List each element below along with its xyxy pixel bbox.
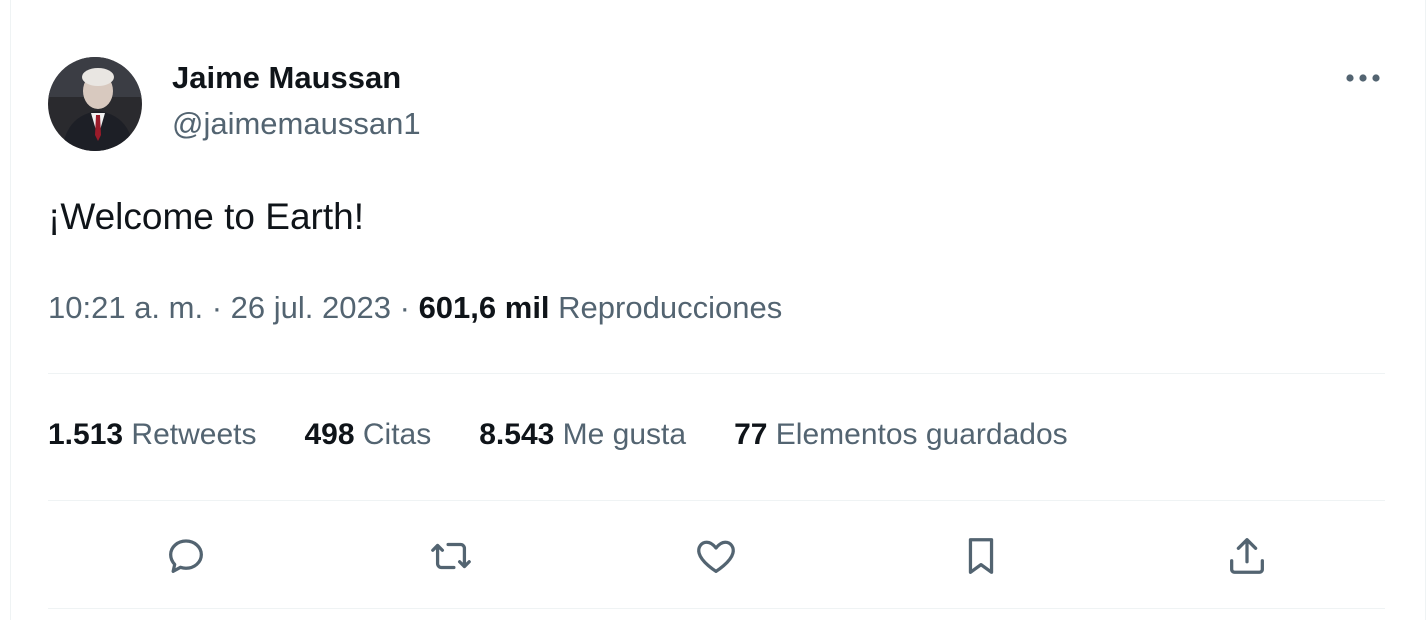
tweet-card: Jaime Maussan @jaimemaussan1 ¡Welcome to… (10, 0, 1426, 620)
bookmark-button[interactable] (955, 530, 1007, 582)
user-handle[interactable]: @jaimemaussan1 (172, 106, 421, 142)
reply-button[interactable] (160, 530, 212, 582)
user-name[interactable]: Jaime Maussan (172, 60, 401, 96)
likes-stat[interactable]: 8.543 Me gusta (479, 418, 686, 452)
share-icon (1230, 538, 1264, 574)
bookmarks-count: 77 (734, 418, 768, 451)
retweets-label: Retweets (131, 418, 257, 451)
meta-separator: · (211, 290, 223, 325)
share-button[interactable] (1221, 530, 1273, 582)
avatar[interactable] (48, 57, 142, 151)
bookmarks-stat[interactable]: 77 Elementos guardados (734, 418, 1068, 452)
like-icon (697, 540, 735, 573)
views-count: 601,6 mil (418, 290, 550, 325)
tweet-stats: 1.513 Retweets 498 Citas 8.543 Me gusta … (48, 418, 1116, 452)
retweet-icon (431, 542, 471, 570)
bookmark-icon (968, 538, 994, 574)
views-label: Reproducciones (558, 290, 783, 325)
more-dots-icon (1346, 74, 1380, 82)
tweet-meta: 10:21 a. m. · 26 jul. 2023 · 601,6 mil R… (48, 290, 782, 326)
divider (48, 373, 1385, 374)
like-button[interactable] (690, 530, 742, 582)
divider (48, 608, 1385, 609)
more-options-button[interactable] (1341, 60, 1385, 96)
tweet-text: ¡Welcome to Earth! (48, 196, 364, 237)
meta-separator: · (399, 290, 410, 325)
quotes-stat[interactable]: 498 Citas (304, 418, 431, 452)
avatar-photo-icon (48, 57, 142, 151)
retweets-stat[interactable]: 1.513 Retweets (48, 418, 256, 452)
quotes-count: 498 (304, 418, 355, 451)
action-bar (11, 530, 1426, 582)
reply-icon (169, 539, 203, 573)
retweet-button[interactable] (425, 530, 477, 582)
retweets-count: 1.513 (48, 418, 124, 451)
divider (48, 500, 1385, 501)
bookmarks-label: Elementos guardados (775, 418, 1068, 451)
quotes-label: Citas (362, 418, 432, 451)
tweet-date[interactable]: 26 jul. 2023 (231, 290, 391, 325)
tweet-time[interactable]: 10:21 a. m. (48, 290, 203, 325)
likes-label: Me gusta (562, 418, 687, 451)
likes-count: 8.543 (479, 418, 555, 451)
